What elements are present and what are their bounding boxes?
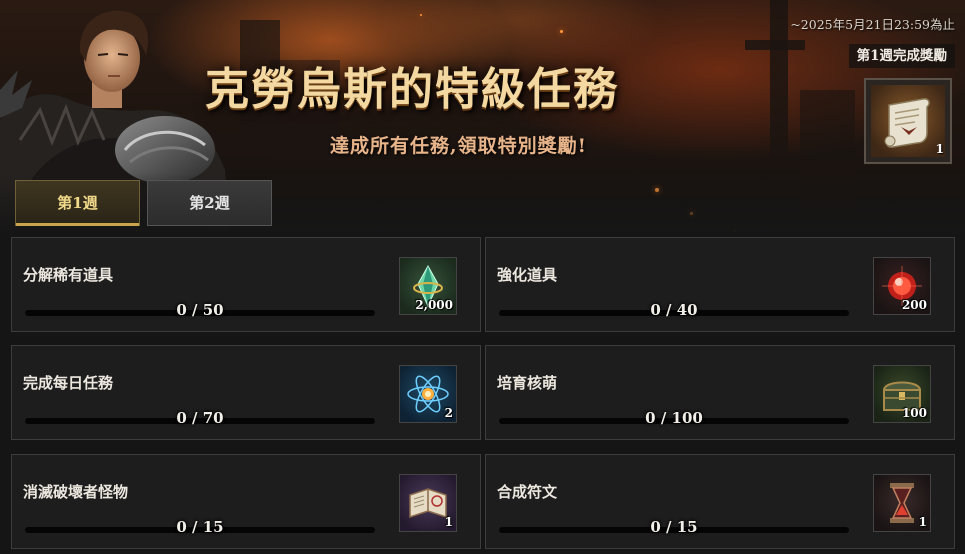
quest-name: 培育核萌 bbox=[497, 374, 558, 392]
quest-reward-item[interactable]: 100 bbox=[873, 365, 931, 423]
event-subtitle: 達成所有任務,領取特別獎勵! bbox=[330, 135, 587, 157]
quest-name: 分解稀有道具 bbox=[23, 266, 114, 284]
quest-reward-item[interactable]: 1 bbox=[399, 474, 457, 532]
quest-reward-item[interactable]: 2,000 bbox=[399, 257, 457, 315]
event-deadline: ~2025年5月21日23:59為止 bbox=[790, 17, 955, 32]
week-reward-quantity: 1 bbox=[935, 142, 944, 156]
quest-name: 強化道具 bbox=[497, 266, 558, 284]
week-reward-item[interactable]: 1 bbox=[864, 78, 952, 164]
quest-progress-text: 0 / 15 bbox=[176, 518, 224, 536]
event-title: 克勞烏斯的特級任務 bbox=[205, 64, 619, 115]
quest-card: 合成符文 0 / 15 1 bbox=[485, 454, 955, 549]
reward-quantity: 2,000 bbox=[415, 298, 453, 312]
ember-particle bbox=[420, 14, 422, 16]
quest-name: 消滅破壞者怪物 bbox=[23, 483, 129, 501]
week-reward-label: 第1週完成獎勵 bbox=[848, 44, 955, 68]
ember-particle bbox=[733, 230, 736, 233]
reward-quantity: 100 bbox=[901, 406, 927, 420]
quest-reward-item[interactable]: 1 bbox=[873, 474, 931, 532]
ember-particle bbox=[690, 212, 693, 215]
ruin-silhouette bbox=[745, 40, 805, 50]
ember-particle bbox=[560, 30, 563, 33]
ruin-silhouette bbox=[800, 90, 855, 210]
quest-name: 合成符文 bbox=[497, 483, 558, 501]
quest-card: 強化道具 0 / 40 200 bbox=[485, 237, 955, 332]
tab-week-1[interactable]: 第1週 bbox=[15, 180, 140, 226]
reward-quantity: 1 bbox=[444, 515, 453, 529]
reward-quantity: 200 bbox=[901, 298, 927, 312]
scroll-icon bbox=[884, 98, 930, 148]
week-reward-frame bbox=[871, 85, 945, 157]
quest-name: 完成每日任務 bbox=[23, 374, 114, 392]
quest-card: 培育核萌 0 / 100 100 bbox=[485, 345, 955, 440]
quest-card: 分解稀有道具 0 / 50 2,000 bbox=[11, 237, 481, 332]
quest-reward-item[interactable]: 2 bbox=[399, 365, 457, 423]
reward-quantity: 2 bbox=[444, 406, 453, 420]
tab-week-2[interactable]: 第2週 bbox=[147, 180, 272, 226]
ember-particle bbox=[655, 188, 659, 192]
quest-progress-text: 0 / 40 bbox=[650, 301, 698, 319]
quest-progress-text: 0 / 50 bbox=[176, 301, 224, 319]
quest-card: 消滅破壞者怪物 0 / 15 1 bbox=[11, 454, 481, 549]
quest-progress-text: 0 / 15 bbox=[650, 518, 698, 536]
quest-card: 完成每日任務 0 / 70 2 bbox=[11, 345, 481, 440]
quest-reward-item[interactable]: 200 bbox=[873, 257, 931, 315]
event-banner: ~2025年5月21日23:59為止 第1週完成獎勵 克勞烏斯的特級任務 達成所… bbox=[0, 0, 965, 233]
quest-progress-text: 0 / 70 bbox=[176, 409, 224, 427]
quest-progress-text: 0 / 100 bbox=[645, 409, 703, 427]
reward-quantity: 1 bbox=[918, 515, 927, 529]
